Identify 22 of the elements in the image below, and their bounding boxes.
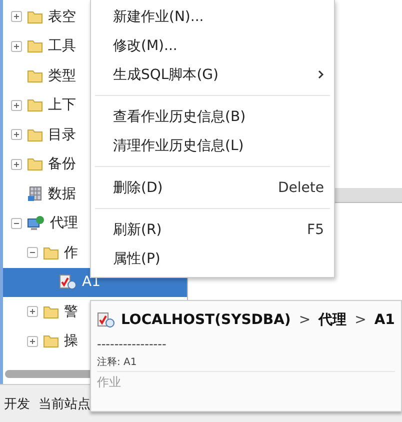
- tree-label: 备份: [48, 155, 76, 174]
- breadcrumb-item: A1: [374, 312, 395, 328]
- breadcrumb-item: LOCALHOST(SYSDBA): [121, 312, 291, 328]
- shortcut-text: Delete: [278, 180, 324, 196]
- tree-label: 警: [64, 302, 78, 321]
- tree-label: 操: [64, 332, 78, 350]
- tree-label: 作: [64, 244, 78, 262]
- tree-label: 上下: [48, 96, 76, 114]
- tooltip-footer: 作业: [97, 371, 395, 391]
- tree-label: 类型: [48, 66, 76, 85]
- tree-label: 表空: [48, 8, 76, 26]
- comment-text: 注释: A1: [97, 357, 138, 369]
- status-text: 开发 当前站点: [4, 396, 90, 412]
- shortcut-text: F5: [307, 222, 324, 238]
- dashed-rule-text: ----------------: [97, 337, 168, 351]
- breadcrumb-separator: >: [298, 312, 311, 328]
- breadcrumb-item: 代理: [318, 311, 347, 329]
- tree-label: 数据: [48, 184, 76, 203]
- breadcrumb-separator: >: [354, 312, 366, 328]
- tree-label: 代理: [50, 214, 78, 232]
- tree-label: 工具: [48, 37, 76, 56]
- tree-label: 目录: [48, 126, 76, 144]
